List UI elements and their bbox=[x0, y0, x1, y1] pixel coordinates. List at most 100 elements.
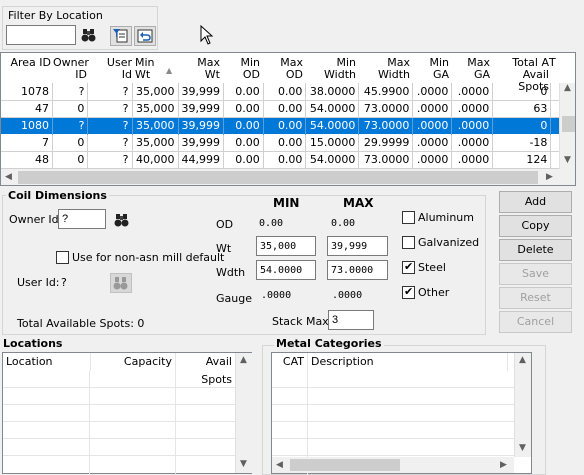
table-cell: .0000 bbox=[412, 116, 453, 135]
table-cell: .0000 bbox=[412, 151, 453, 169]
table-cell: 0.00 bbox=[263, 134, 307, 152]
grid-hscroll[interactable]: ◀ ▶ bbox=[1, 169, 575, 185]
owner-id-input[interactable] bbox=[58, 209, 106, 229]
table-cell: 0.00 bbox=[223, 151, 264, 169]
save-button[interactable]: Save bbox=[499, 263, 572, 285]
table-cell: 0 bbox=[52, 134, 89, 152]
col-header-max-od[interactable]: Max OD bbox=[261, 57, 303, 81]
table-cell: 73.0000 bbox=[358, 100, 414, 118]
col-header-min-wt[interactable]: Min Wt bbox=[135, 57, 165, 81]
table-cell: 15.0000 bbox=[305, 134, 360, 152]
reset-button[interactable]: Reset bbox=[499, 287, 572, 309]
metal-col-description[interactable]: Description bbox=[308, 353, 508, 371]
sort-asc-icon: ▲ bbox=[166, 66, 173, 75]
max-header: MAX bbox=[343, 196, 374, 210]
wt-label: Wt bbox=[216, 242, 232, 255]
table-cell: 1080 bbox=[1, 116, 54, 135]
coil-dimensions-title: Coil Dimensions bbox=[6, 189, 109, 202]
copy-button[interactable]: Copy bbox=[499, 215, 572, 237]
filter-apply-button[interactable] bbox=[110, 26, 132, 46]
table-cell: 35,000 bbox=[132, 134, 179, 152]
col-header-max-wt[interactable]: Max Wt bbox=[181, 57, 220, 81]
wdth-max-input[interactable] bbox=[327, 260, 388, 280]
table-cell: 39,999 bbox=[178, 116, 224, 135]
table-cell: 45.9900 bbox=[358, 83, 414, 101]
table-cell: 39,999 bbox=[178, 83, 224, 101]
steel-checkbox[interactable] bbox=[402, 260, 415, 274]
col-header-area-id[interactable]: Area ID bbox=[3, 57, 51, 69]
filter-clear-button[interactable] bbox=[134, 26, 156, 46]
metal-hscroll[interactable]: ◀ ▶ bbox=[272, 457, 514, 473]
table-cell: ? bbox=[87, 134, 133, 152]
grid-hscroll-thumb[interactable] bbox=[18, 171, 538, 184]
other-label: Other bbox=[418, 286, 450, 299]
table-cell: 35,000 bbox=[132, 83, 179, 101]
table-cell: .0000 bbox=[451, 116, 494, 135]
table-row[interactable]: 1078?? 35,000 39,999 0.00 0.00 38.0000 45.9900… bbox=[1, 83, 575, 101]
table-cell: 0.00 bbox=[223, 116, 264, 135]
table-cell: 54.0000 bbox=[305, 151, 360, 169]
delete-button[interactable]: Delete bbox=[499, 239, 572, 261]
table-row[interactable]: 7 0? 35,000 39,999 0.00 0.00 15.0000 29.9999.00… bbox=[1, 134, 575, 152]
table-row[interactable]: 47 0? 35,000 39,999 0.00 0.00 54.0000 73.0000.0… bbox=[1, 100, 575, 118]
od-max-value: 0.00 bbox=[331, 218, 356, 229]
col-header-min-width[interactable]: Min Width bbox=[304, 57, 356, 81]
nonasn-default-checkbox[interactable] bbox=[56, 251, 69, 264]
user-id-value: ? bbox=[61, 276, 67, 289]
wt-max-input[interactable] bbox=[327, 236, 388, 256]
metal-hscroll-thumb[interactable] bbox=[290, 459, 400, 471]
col-header-max-width[interactable]: Max Width bbox=[357, 57, 410, 81]
other-checkbox[interactable] bbox=[402, 285, 415, 299]
galvanized-label: Galvanized bbox=[418, 236, 480, 249]
grid-vscroll[interactable]: ▲ ▼ bbox=[559, 83, 575, 169]
table-cell: ? bbox=[87, 151, 133, 169]
gauge-min-value: .0000 bbox=[261, 290, 292, 301]
table-cell: 0 bbox=[52, 100, 89, 118]
locations-col-avail-spots[interactable]: Avail Spots bbox=[176, 353, 236, 386]
galvanized-checkbox[interactable] bbox=[402, 236, 415, 249]
table-row[interactable]: 1080?? 35,000 39,999 0.00 0.00 54.0000 73.0000… bbox=[1, 116, 575, 135]
col-header-t[interactable]: T bbox=[549, 57, 559, 69]
filter-location-input[interactable] bbox=[6, 25, 76, 45]
table-cell: .0000 bbox=[412, 100, 453, 118]
table-cell: 0.00 bbox=[263, 83, 307, 101]
table-cell: .0000 bbox=[451, 100, 494, 118]
table-cell: 1078 bbox=[1, 83, 54, 101]
table-row[interactable]: 48 0? 40,000 44,999 0.00 0.00 54.0000 73.0000.0… bbox=[1, 151, 575, 169]
table-cell: .0000 bbox=[451, 83, 494, 101]
col-header-min-od[interactable]: Min OD bbox=[221, 57, 260, 81]
col-header-max-ga[interactable]: Max GA bbox=[450, 57, 490, 81]
table-cell: 0 bbox=[492, 83, 552, 101]
binoculars-icon[interactable] bbox=[80, 26, 98, 44]
table-cell: 0 bbox=[52, 151, 89, 169]
table-cell: ? bbox=[87, 116, 133, 135]
user-search-icon[interactable] bbox=[110, 273, 132, 293]
col-header-user-id[interactable]: User Id bbox=[89, 57, 132, 81]
add-button[interactable]: Add bbox=[499, 191, 572, 213]
col-header-owner-id[interactable]: Owner ID bbox=[53, 57, 89, 81]
table-cell: .0000 bbox=[412, 83, 453, 101]
locations-list[interactable]: Location Capacity Avail Spots ▲ ▼ bbox=[2, 352, 252, 475]
locations-vscroll[interactable]: ▲ ▼ bbox=[235, 353, 252, 473]
table-cell: 63 bbox=[492, 100, 552, 118]
wt-min-input[interactable] bbox=[256, 236, 316, 256]
metal-categories-list[interactable]: CAT Description ▲ ▼ ◀ ▶ bbox=[271, 352, 532, 475]
cancel-button[interactable]: Cancel bbox=[499, 311, 572, 333]
table-cell: 29.9999 bbox=[358, 134, 414, 152]
grid-vscroll-thumb[interactable] bbox=[562, 116, 575, 132]
locations-col-capacity[interactable]: Capacity bbox=[91, 353, 176, 371]
col-header-min-ga[interactable]: Min GA bbox=[411, 57, 449, 81]
stack-max-input[interactable] bbox=[328, 310, 374, 330]
owner-id-label: Owner Id: bbox=[9, 213, 63, 226]
table-cell: 39,999 bbox=[178, 100, 224, 118]
wdth-min-input[interactable] bbox=[256, 260, 316, 280]
table-cell: 54.0000 bbox=[305, 116, 360, 135]
metal-col-cat[interactable]: CAT bbox=[272, 353, 308, 371]
table-cell: 0.00 bbox=[223, 134, 264, 152]
metal-vscroll[interactable]: ▲ ▼ bbox=[514, 353, 531, 457]
owner-search-icon[interactable] bbox=[113, 211, 131, 229]
locations-col-location[interactable]: Location bbox=[3, 353, 91, 371]
table-cell: 35,000 bbox=[132, 100, 179, 118]
table-cell: 0.00 bbox=[263, 100, 307, 118]
aluminum-checkbox[interactable] bbox=[402, 211, 415, 224]
